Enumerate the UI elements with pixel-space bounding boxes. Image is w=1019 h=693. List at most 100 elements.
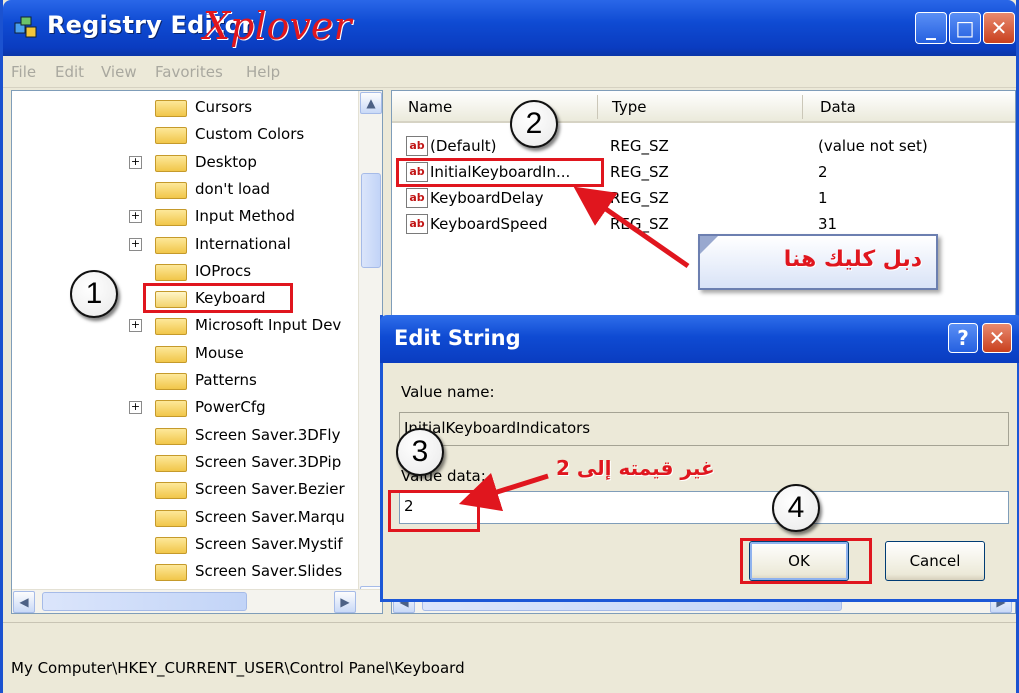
double-click-text: دبل كليك هنا	[783, 247, 922, 272]
change-value-text: غير قيمته إلى 2	[556, 456, 715, 480]
tree-item-label: IOProcs	[195, 261, 252, 280]
list-header: Name Type Data	[392, 91, 1015, 123]
registry-app-icon	[14, 16, 37, 38]
value-data: 1	[818, 189, 828, 207]
dialog-close-button[interactable]: ✕	[982, 323, 1012, 353]
value-type: REG_SZ	[610, 189, 669, 207]
value-row[interactable]: ab (Default) REG_SZ (value not set)	[392, 133, 1015, 159]
folder-icon	[155, 236, 187, 254]
menu-bar: File Edit View Favorites Help	[3, 56, 1016, 88]
tree-item-label: Cursors	[195, 98, 253, 116]
tree-hscroll-thumb[interactable]	[42, 592, 247, 611]
folder-icon	[155, 427, 187, 445]
tree-item[interactable]: Screen Saver.Mystif	[12, 532, 358, 558]
cancel-button[interactable]: Cancel	[885, 541, 985, 581]
expand-plus-icon[interactable]: +	[129, 237, 142, 251]
tree-item-label: International	[195, 234, 291, 253]
tree-item[interactable]: + International	[12, 232, 358, 258]
column-type[interactable]: Type	[612, 98, 646, 116]
expand-plus-icon[interactable]: +	[129, 319, 142, 333]
folder-icon	[155, 400, 187, 418]
value-name: KeyboardDelay	[430, 189, 544, 207]
scroll-up-icon[interactable]: ▲	[360, 92, 382, 114]
folder-icon	[155, 509, 187, 527]
close-button[interactable]: ✕	[983, 12, 1015, 44]
maximize-button[interactable]: □	[949, 12, 981, 44]
column-data[interactable]: Data	[820, 98, 856, 116]
scroll-right-icon[interactable]: ▶	[334, 591, 356, 613]
watermark-logo: Xplover	[203, 4, 352, 48]
folder-icon	[155, 373, 187, 390]
tree-item[interactable]: Screen Saver.3DFly	[12, 423, 358, 449]
tree-item-label: Mouse	[195, 343, 244, 362]
tree-item-label: Screen Saver.Slides	[195, 562, 343, 581]
tree-item[interactable]: Custom Colors	[12, 122, 358, 148]
value-data: (value not set)	[818, 137, 928, 155]
column-name[interactable]: Name	[408, 98, 452, 116]
tree-item[interactable]: + PowerCfg	[12, 395, 358, 421]
value-data-input[interactable]: 2	[399, 491, 1009, 524]
tree-item[interactable]: + Microsoft Input Dev	[12, 313, 358, 339]
tree-item[interactable]: Patterns	[12, 368, 358, 394]
tree-item[interactable]: Screen Saver.Bezier	[12, 477, 358, 503]
value-name: (Default)	[430, 137, 497, 155]
folder-icon	[155, 564, 187, 582]
folder-icon	[155, 100, 187, 117]
folder-icon	[155, 454, 187, 472]
menu-edit[interactable]: Edit	[55, 63, 84, 81]
menu-help[interactable]: Help	[246, 63, 280, 81]
expand-plus-icon[interactable]: +	[129, 210, 142, 224]
tree-horizontal-scrollbar[interactable]: ◀ ▶	[12, 589, 382, 613]
title-bar[interactable]: Registry Editor Xplover _ □ ✕	[3, 0, 1016, 56]
value-name-label: Value name:	[401, 383, 495, 401]
folder-icon	[155, 127, 187, 145]
value-type: REG_SZ	[610, 137, 669, 155]
value-row[interactable]: ab KeyboardDelay REG_SZ 1	[392, 185, 1015, 211]
expand-plus-icon[interactable]: +	[129, 401, 142, 415]
tree-item[interactable]: IOProcs	[12, 259, 358, 285]
step-4-badge: 4	[772, 484, 820, 532]
scroll-left-icon[interactable]: ◀	[13, 591, 35, 613]
dialog-title-bar[interactable]: Edit String ? ✕	[380, 315, 1019, 363]
tree-item-label: Desktop	[195, 152, 257, 171]
string-value-icon: ab	[406, 136, 428, 156]
tree-item-label: Screen Saver.Bezier	[195, 480, 345, 499]
value-name: KeyboardSpeed	[430, 215, 548, 233]
open-folder-icon	[155, 291, 187, 309]
tree-item[interactable]: Cursors	[12, 95, 358, 121]
folder-icon	[155, 154, 187, 172]
step-1-badge: 1	[70, 270, 118, 318]
tree-vertical-scrollbar[interactable]: ▲ ▼	[358, 91, 382, 608]
tree-item[interactable]: Screen Saver.Slides	[12, 559, 358, 585]
tree-scroll-thumb[interactable]	[361, 173, 381, 268]
tree-item-label: Input Method	[195, 207, 295, 226]
registry-tree[interactable]: Cursors Custom Colors + Desktop don't load + I…	[11, 90, 383, 614]
folder-icon	[155, 345, 187, 363]
value-row[interactable]: ab InitialKeyboardIn... REG_SZ 2	[392, 159, 1015, 185]
folder-icon	[155, 263, 187, 281]
tree-item[interactable]: Mouse	[12, 341, 358, 367]
value-data: 31	[818, 215, 838, 233]
menu-favorites[interactable]: Favorites	[155, 63, 223, 81]
tree-item-label: Microsoft Input Dev	[195, 316, 342, 335]
menu-view[interactable]: View	[101, 63, 137, 81]
value-data: 2	[818, 163, 828, 181]
tree-item[interactable]: + Input Method	[12, 204, 358, 230]
minimize-button[interactable]: _	[915, 12, 947, 44]
help-button[interactable]: ?	[948, 323, 978, 353]
folder-icon	[155, 482, 187, 500]
value-type: REG_SZ	[610, 163, 669, 181]
folder-icon	[155, 209, 187, 227]
tree-item[interactable]: don't load	[12, 177, 358, 203]
tree-item-label: Keyboard	[195, 289, 266, 308]
folder-icon	[155, 536, 187, 554]
expand-plus-icon[interactable]: +	[129, 155, 142, 169]
tree-item[interactable]: Keyboard	[12, 286, 358, 312]
menu-file[interactable]: File	[11, 63, 36, 81]
callout-box: دبل كليك هنا	[698, 234, 938, 290]
status-path: My Computer\HKEY_CURRENT_USER\Control Pa…	[11, 659, 465, 677]
tree-item[interactable]: Screen Saver.Marqu	[12, 505, 358, 531]
ok-button[interactable]: OK	[749, 541, 849, 581]
tree-item[interactable]: Screen Saver.3DPip	[12, 450, 358, 476]
tree-item[interactable]: + Desktop	[12, 150, 358, 176]
